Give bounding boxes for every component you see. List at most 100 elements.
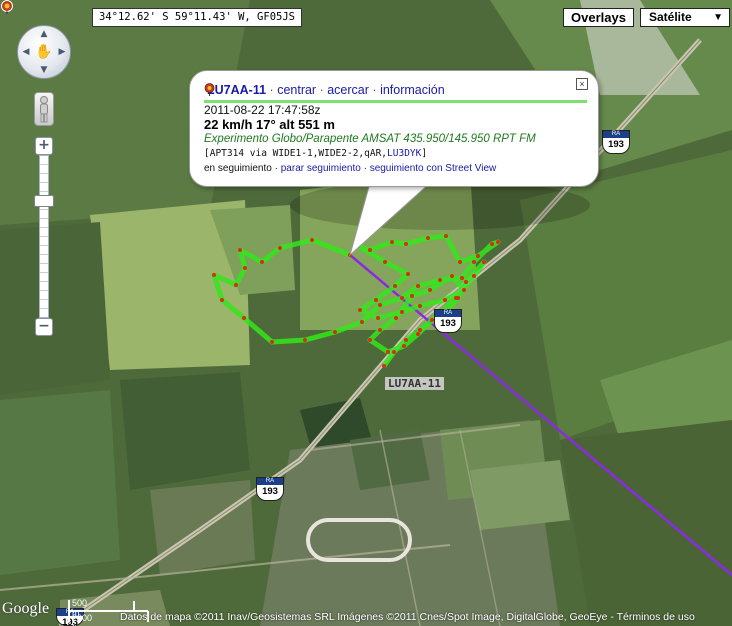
hand-icon: ✋ bbox=[35, 44, 53, 60]
track-point[interactable] bbox=[393, 284, 397, 288]
track-point[interactable] bbox=[426, 236, 430, 240]
close-icon[interactable]: × bbox=[576, 78, 588, 90]
pan-right-icon[interactable]: ▶ bbox=[56, 46, 68, 58]
track-point[interactable] bbox=[402, 344, 406, 348]
balloon-marker-icon bbox=[204, 83, 215, 96]
track-point[interactable] bbox=[303, 338, 307, 342]
track-point[interactable] bbox=[454, 296, 458, 300]
track-point[interactable] bbox=[438, 278, 442, 282]
path-end: ] bbox=[421, 148, 428, 159]
track-point[interactable] bbox=[482, 260, 486, 264]
infowindow-header: LU7AA-11 · centrar · acercar · informaci… bbox=[204, 83, 445, 97]
station-balloon-icon[interactable] bbox=[0, 0, 14, 14]
track-point[interactable] bbox=[416, 284, 420, 288]
track-point[interactable] bbox=[356, 244, 360, 248]
packet-path: [APT314 via WIDE1-1,WIDE2-2,qAR,LU3DYK] bbox=[204, 148, 427, 159]
center-link[interactable]: centrar bbox=[277, 83, 316, 97]
link-separator: · bbox=[363, 163, 367, 174]
pan-up-icon[interactable]: ▲ bbox=[38, 28, 50, 40]
track-point[interactable] bbox=[404, 242, 408, 246]
track-point[interactable] bbox=[358, 308, 362, 312]
track-point[interactable] bbox=[383, 260, 387, 264]
track-point[interactable] bbox=[460, 276, 464, 280]
map-type-select[interactable]: Satélite ▼ bbox=[640, 8, 730, 27]
track-point[interactable] bbox=[428, 288, 432, 292]
station-comment: Experimento Globo/Parapente AMSAT 435.95… bbox=[204, 133, 536, 145]
track-point[interactable] bbox=[382, 364, 386, 368]
track-point[interactable] bbox=[400, 310, 404, 314]
track-point[interactable] bbox=[270, 340, 274, 344]
track-point[interactable] bbox=[410, 294, 414, 298]
zoom-slider-handle[interactable] bbox=[34, 195, 54, 207]
track-point[interactable] bbox=[394, 316, 398, 320]
track-point[interactable] bbox=[496, 240, 500, 244]
track-point[interactable] bbox=[464, 280, 468, 284]
overlays-button[interactable]: Overlays bbox=[563, 8, 634, 27]
track-point[interactable] bbox=[443, 298, 447, 302]
track-point[interactable] bbox=[333, 330, 337, 334]
track-point[interactable] bbox=[376, 316, 380, 320]
scale-imperial: 2000 ft bbox=[72, 613, 93, 626]
track-point[interactable] bbox=[404, 338, 408, 342]
igate-link[interactable]: LU3DYK bbox=[387, 148, 421, 159]
info-link[interactable]: información bbox=[380, 83, 445, 97]
pan-left-icon[interactable]: ◀ bbox=[20, 46, 32, 58]
packet-timestamp: 2011-08-22 17:47:58z bbox=[204, 103, 321, 117]
track-point[interactable] bbox=[392, 350, 396, 354]
track-point[interactable] bbox=[406, 272, 410, 276]
station-label[interactable]: LU7AA-11 bbox=[385, 377, 444, 390]
track-point[interactable] bbox=[450, 274, 454, 278]
track-point[interactable] bbox=[462, 288, 466, 292]
track-point[interactable] bbox=[444, 234, 448, 238]
track-point[interactable] bbox=[234, 283, 238, 287]
track-point[interactable] bbox=[360, 320, 364, 324]
track-point[interactable] bbox=[368, 338, 372, 342]
route-shield: RA193 bbox=[256, 477, 284, 501]
track-point[interactable] bbox=[238, 248, 242, 252]
track-point[interactable] bbox=[212, 273, 216, 277]
track-point[interactable] bbox=[386, 350, 390, 354]
track-point[interactable] bbox=[390, 240, 394, 244]
track-point[interactable] bbox=[368, 248, 372, 252]
pan-control[interactable]: ▲ ▼ ◀ ▶ ✋ bbox=[17, 25, 71, 79]
route-shield: RA193 bbox=[602, 130, 630, 154]
track-point[interactable] bbox=[416, 332, 420, 336]
zoom-in-button[interactable]: + bbox=[35, 137, 53, 155]
track-point[interactable] bbox=[374, 298, 378, 302]
tracking-row: en seguimiento · parar seguimiento · seg… bbox=[204, 163, 496, 174]
station-callsign-link[interactable]: LU7AA-11 bbox=[207, 83, 266, 97]
track-point[interactable] bbox=[418, 328, 422, 332]
zoom-slider-track[interactable] bbox=[39, 155, 49, 318]
track-point[interactable] bbox=[310, 238, 314, 242]
track-point[interactable] bbox=[278, 246, 282, 250]
track-point[interactable] bbox=[476, 254, 480, 258]
track-point[interactable] bbox=[472, 274, 476, 278]
street-view-pegman[interactable] bbox=[34, 92, 54, 126]
track-point[interactable] bbox=[260, 260, 264, 264]
stop-tracking-link[interactable]: parar seguimiento bbox=[281, 163, 361, 174]
track-point[interactable] bbox=[220, 298, 224, 302]
track-point[interactable] bbox=[242, 316, 246, 320]
pegman-icon bbox=[40, 96, 48, 123]
attribution-text: Datos de mapa ©2011 Inav/Geosistemas SRL… bbox=[120, 611, 608, 623]
street-view-tracking-link[interactable]: seguimiento con Street View bbox=[370, 163, 497, 174]
zoom-in-link[interactable]: acercar bbox=[327, 83, 369, 97]
track-point[interactable] bbox=[472, 260, 476, 264]
track-point[interactable] bbox=[418, 304, 422, 308]
terms-link[interactable]: Términos de uso bbox=[617, 611, 695, 623]
speed-course-altitude: 22 km/h 17° alt 551 m bbox=[204, 117, 335, 132]
satellite-map[interactable]: RA193 RA193 RA193 RA193 LU7AA-11 34°12.6… bbox=[0, 0, 732, 626]
tracking-status: en seguimiento bbox=[204, 163, 272, 174]
zoom-out-button[interactable]: − bbox=[35, 318, 53, 336]
pan-down-icon[interactable]: ▼ bbox=[38, 64, 50, 76]
google-logo[interactable]: Google bbox=[2, 600, 49, 618]
track-point[interactable] bbox=[458, 260, 462, 264]
map-type-value: Satélite bbox=[649, 10, 692, 24]
cursor-coordinates: 34°12.62' S 59°11.43' W, GF05JS bbox=[92, 8, 302, 27]
track-point[interactable] bbox=[378, 303, 382, 307]
track-point[interactable] bbox=[490, 242, 494, 246]
track-point[interactable] bbox=[348, 253, 352, 257]
track-point[interactable] bbox=[400, 296, 404, 300]
track-point[interactable] bbox=[243, 266, 247, 270]
track-point[interactable] bbox=[378, 328, 382, 332]
